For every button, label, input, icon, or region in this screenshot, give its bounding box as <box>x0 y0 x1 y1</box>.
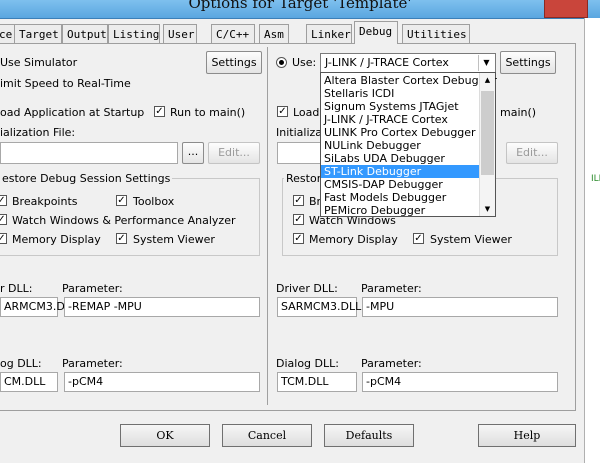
driver-param-input[interactable]: -REMAP -MPU <box>64 297 260 317</box>
system-viewer-label: System Viewer <box>133 233 215 246</box>
tab-linker[interactable]: Linker <box>306 24 352 43</box>
radio-dot <box>279 60 284 65</box>
debugger-dropdown-list: Altera Blaster Cortex Debugger Stellaris… <box>320 72 497 217</box>
driver-param-label-right: Parameter: <box>361 282 422 295</box>
dialog-param-input-right[interactable]: -pCM4 <box>362 372 558 392</box>
tab-debug[interactable]: Debug <box>354 21 398 44</box>
system-viewer-label-right: System Viewer <box>430 233 512 246</box>
scrollbar-thumb[interactable] <box>481 91 494 175</box>
breakpoints-checkbox[interactable]: ✓ <box>0 195 7 206</box>
dropdown-option[interactable]: ULINK Pro Cortex Debugger <box>321 126 479 139</box>
dropdown-option[interactable]: Fast Models Debugger <box>321 191 479 204</box>
driver-dll-label: r DLL: <box>0 282 33 295</box>
use-label: Use: <box>292 56 317 69</box>
ok-button[interactable]: OK <box>120 424 210 447</box>
simulator-settings-button[interactable]: Settings <box>206 51 262 74</box>
use-simulator-label[interactable]: Use Simulator <box>0 56 77 69</box>
load-application-label[interactable]: oad Application at Startup <box>0 106 144 119</box>
scroll-down-icon[interactable]: ▼ <box>480 202 495 216</box>
defaults-button[interactable]: Defaults <box>324 424 414 447</box>
driver-param-label: Parameter: <box>62 282 123 295</box>
dialog-dll-input[interactable]: CM.DLL <box>0 372 58 392</box>
dialog-param-label-right: Parameter: <box>361 357 422 370</box>
memory-display-label-right: Memory Display <box>309 233 398 246</box>
dropdown-option[interactable]: J-LINK / J-TRACE Cortex <box>321 113 479 126</box>
column-divider <box>267 47 268 405</box>
tab-utilities[interactable]: Utilities <box>402 24 470 43</box>
debugger-select-value: J-LINK / J-TRACE Cortex <box>325 56 449 69</box>
scroll-up-icon[interactable]: ▲ <box>480 73 495 87</box>
toolbox-label: Toolbox <box>133 195 175 208</box>
dialog-dll-label: og DLL: <box>0 357 42 370</box>
breakpoints-checkbox-right[interactable]: ✓ <box>293 195 304 206</box>
cancel-button[interactable]: Cancel <box>222 424 312 447</box>
background-text: ILI <box>591 174 600 184</box>
dropdown-option[interactable]: PEMicro Debugger <box>321 204 479 217</box>
debugger-settings-button[interactable]: Settings <box>500 51 556 74</box>
system-viewer-checkbox-right[interactable]: ✓ <box>413 233 424 244</box>
background-window-edge: ILI <box>584 18 600 463</box>
dropdown-option-selected[interactable]: ST-Link Debugger <box>321 165 479 178</box>
driver-dll-input[interactable]: ARMCM3.DLL <box>0 297 77 317</box>
tab-output[interactable]: Output <box>62 24 108 43</box>
restore-settings-title: estore Debug Session Settings <box>0 172 173 185</box>
run-to-main-label: Run to main() <box>170 106 246 119</box>
browse-button[interactable]: ... <box>182 142 204 164</box>
memory-display-label: Memory Display <box>12 233 101 246</box>
load-label: Load <box>293 106 320 119</box>
dropdown-scrollbar[interactable]: ▲ ▼ <box>479 73 495 216</box>
run-main-label-right: main() <box>500 106 537 119</box>
load-app-checkbox[interactable]: ✓ <box>277 106 288 117</box>
watch-windows-label: Watch Windows & Performance Analyzer <box>12 214 236 227</box>
dialog-dll-label-right: Dialog DLL: <box>276 357 339 370</box>
title-bar: Options for Target 'Template' <box>0 0 600 19</box>
dialog-dll-input-right[interactable]: TCM.DLL <box>277 372 357 392</box>
dropdown-option[interactable]: Signum Systems JTAGjet <box>321 100 479 113</box>
run-to-main-checkbox[interactable]: ✓ <box>154 106 165 117</box>
tab-listing[interactable]: Listing <box>108 24 160 43</box>
dialog-param-label: Parameter: <box>62 357 123 370</box>
watch-windows-checkbox[interactable]: ✓ <box>0 214 7 225</box>
edit-init-button[interactable]: Edit... <box>208 142 260 164</box>
init-file-input[interactable] <box>0 142 178 164</box>
tab-user[interactable]: User <box>163 24 197 43</box>
tab-asm[interactable]: Asm <box>259 24 289 43</box>
dropdown-option[interactable]: CMSIS-DAP Debugger <box>321 178 479 191</box>
system-viewer-checkbox[interactable]: ✓ <box>116 233 127 244</box>
limit-speed-label[interactable]: imit Speed to Real-Time <box>0 77 131 90</box>
edit-init-button-right[interactable]: Edit... <box>506 142 558 164</box>
dialog-param-input[interactable]: -pCM4 <box>64 372 260 392</box>
dropdown-option[interactable]: Altera Blaster Cortex Debugger <box>321 74 497 87</box>
driver-param-input-right[interactable]: -MPU <box>362 297 558 317</box>
dropdown-option[interactable]: Stellaris ICDI <box>321 87 479 100</box>
use-debugger-radio[interactable] <box>276 57 287 68</box>
memory-display-checkbox-right[interactable]: ✓ <box>293 233 304 244</box>
tab-c-cpp[interactable]: C/C++ <box>211 24 255 43</box>
breakpoints-label: Breakpoints <box>12 195 78 208</box>
dropdown-option[interactable]: NULink Debugger <box>321 139 479 152</box>
debugger-select[interactable]: J-LINK / J-TRACE Cortex ▼ <box>320 53 496 73</box>
driver-dll-input-right[interactable]: SARMCM3.DLL <box>277 297 361 317</box>
dropdown-option[interactable]: SiLabs UDA Debugger <box>321 152 479 165</box>
watch-windows-checkbox-right[interactable]: ✓ <box>293 214 304 225</box>
toolbox-checkbox[interactable]: ✓ <box>116 195 127 206</box>
close-button[interactable] <box>544 0 588 18</box>
help-button[interactable]: Help <box>478 424 576 447</box>
tab-target[interactable]: Target <box>14 24 62 43</box>
window-title: Options for Target 'Template' <box>188 0 412 12</box>
init-file-label: ialization File: <box>0 126 76 139</box>
memory-display-checkbox[interactable]: ✓ <box>0 233 7 244</box>
chevron-down-icon[interactable]: ▼ <box>478 55 494 71</box>
driver-dll-label-right: Driver DLL: <box>276 282 338 295</box>
